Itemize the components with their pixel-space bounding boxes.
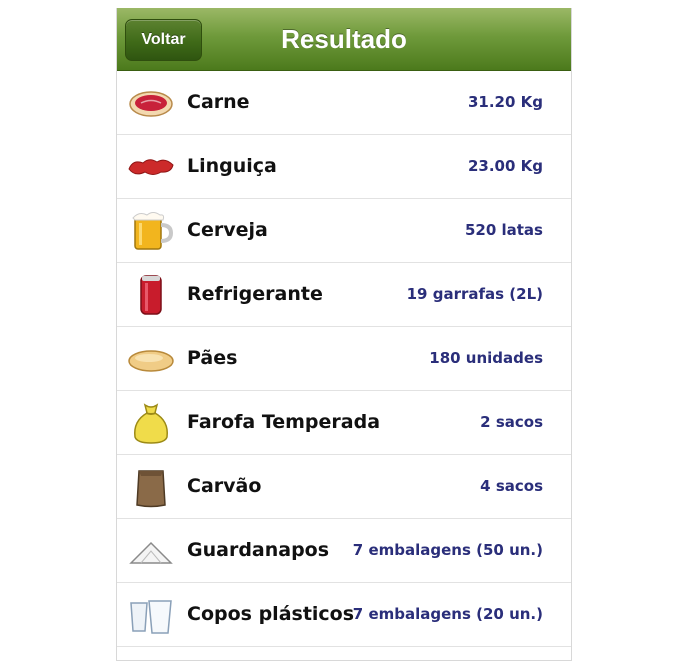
item-value: 520 latas xyxy=(464,221,543,239)
plastic-cups-icon xyxy=(130,600,172,634)
steak-icon xyxy=(129,91,173,117)
item-label: Guardanapos xyxy=(187,539,330,561)
sausage-icon xyxy=(128,159,174,175)
list-item-copos-plasticos: Copos plásticos 7 embalagens (20 un.) xyxy=(117,583,571,647)
item-value: 23.00 Kg xyxy=(467,157,543,175)
item-label: Carvão xyxy=(187,475,262,497)
item-label: Refrigerante xyxy=(187,283,323,305)
item-value: 4 sacos xyxy=(480,477,543,495)
app-screen: Voltar Resultado Carne 31.20 Kg Linguiça… xyxy=(116,8,572,661)
soda-can-icon xyxy=(140,275,162,315)
list-item-carne: Carne 31.20 Kg xyxy=(117,71,571,135)
navigation-bar: Voltar Resultado xyxy=(117,8,571,71)
item-label: Carne xyxy=(187,91,250,113)
item-label: Farofa Temperada xyxy=(187,411,381,433)
item-value: 7 embalagens (50 un.) xyxy=(352,541,543,559)
item-value: 180 unidades xyxy=(429,349,543,367)
charcoal-bag-icon xyxy=(136,470,166,508)
list-item-farofa: Farofa Temperada 2 sacos xyxy=(117,391,571,455)
item-label: Linguiça xyxy=(187,155,277,177)
back-button[interactable]: Voltar xyxy=(125,19,202,61)
list-item-refrigerante: Refrigerante 19 garrafas (2L) xyxy=(117,263,571,327)
beer-mug-icon xyxy=(132,212,174,250)
list-item-cerveja: Cerveja 520 latas xyxy=(117,199,571,263)
item-label: Copos plásticos xyxy=(187,603,355,625)
result-list: Carne 31.20 Kg Linguiça 23.00 Kg Cerveja… xyxy=(117,71,571,647)
list-item-paes: Pães 180 unidades xyxy=(117,327,571,391)
item-label: Pães xyxy=(187,347,238,369)
napkin-icon xyxy=(129,541,173,564)
item-value: 7 embalagens (20 un.) xyxy=(352,605,543,623)
page-title: Resultado xyxy=(281,24,407,54)
farofa-sack-icon xyxy=(134,403,168,444)
item-value: 2 sacos xyxy=(480,413,543,431)
bread-icon xyxy=(128,350,174,372)
list-item-guardanapos: Guardanapos 7 embalagens (50 un.) xyxy=(117,519,571,583)
item-label: Cerveja xyxy=(187,219,268,241)
list-item-linguica: Linguiça 23.00 Kg xyxy=(117,135,571,199)
item-value: 31.20 Kg xyxy=(467,93,543,111)
list-item-carvao: Carvão 4 sacos xyxy=(117,455,571,519)
item-value: 19 garrafas (2L) xyxy=(406,285,543,303)
